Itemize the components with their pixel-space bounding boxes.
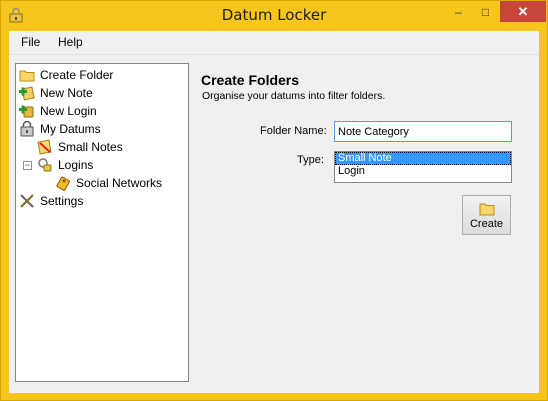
menu-help[interactable]: Help [53,35,88,49]
folder-name-label: Folder Name: [260,125,327,137]
add-note-icon [19,85,35,101]
tree-item-logins[interactable]: Logins [37,156,93,174]
create-button-label: Create [469,218,504,230]
page-title: Create Folders [201,72,300,88]
create-button[interactable]: Create [462,195,511,235]
maximize-button[interactable]: □ [472,1,499,22]
key-icon [55,175,71,191]
tree-item-small-notes[interactable]: Small Notes [37,138,123,156]
type-option-login[interactable]: Login [335,165,511,178]
tree-item-label: Small Notes [58,140,123,154]
title-bar[interactable]: Datum Locker – □ ✕ [1,1,547,31]
tree-item-create-folder[interactable]: Create Folder [19,66,113,84]
minimize-button[interactable]: – [445,1,472,22]
close-button[interactable]: ✕ [500,1,546,22]
tree-item-label: New Note [40,86,93,100]
tree-item-label: Logins [58,158,94,172]
add-login-icon [19,103,35,119]
menu-file[interactable]: File [16,35,45,49]
folder-icon [19,67,35,83]
type-listbox[interactable]: Small Note Login [334,151,512,183]
note-icon [37,139,53,155]
tree-item-social-networks[interactable]: Social Networks [55,174,162,192]
vault-icon [19,120,35,137]
type-option-small-note[interactable]: Small Note [335,152,511,165]
navigation-tree[interactable]: Create Folder New Note New Login My Datu… [15,63,189,382]
type-label: Type: [297,154,324,166]
key-ring-icon [37,157,53,173]
app-window: Datum Locker – □ ✕ File Help Create Fold… [0,0,548,401]
menu-bar: File Help [9,31,539,55]
tree-item-new-login[interactable]: New Login [19,102,97,120]
page-subtitle: Organise your datums into filter folders… [202,90,386,102]
client-area: File Help Create Folder New Note New Log… [9,31,539,393]
tree-item-label: Social Networks [76,176,163,190]
folder-icon [479,202,495,216]
tools-icon [19,193,35,209]
tree-item-new-note[interactable]: New Note [19,84,93,102]
folder-name-input[interactable] [334,121,512,142]
tree-item-my-datums[interactable]: My Datums [19,120,101,138]
tree-item-label: My Datums [40,122,101,136]
tree-item-label: Create Folder [40,68,114,82]
collapse-toggle[interactable]: − [23,161,32,170]
tree-item-settings[interactable]: Settings [19,192,83,210]
tree-item-label: Settings [40,194,84,208]
tree-item-label: New Login [40,104,97,118]
